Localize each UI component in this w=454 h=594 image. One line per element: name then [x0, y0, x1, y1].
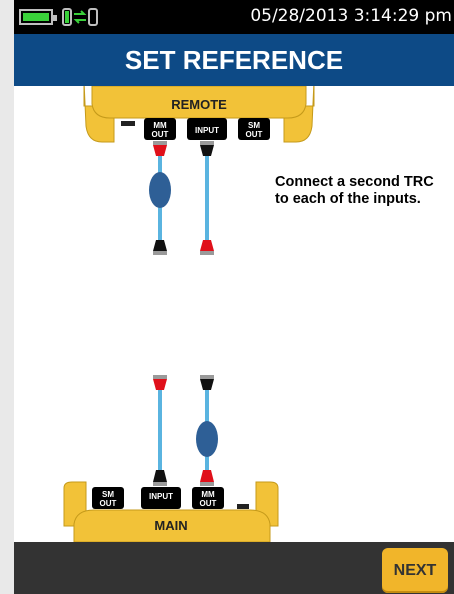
main-unit: MAIN SM OUT INPUT MM OUT: [63, 481, 279, 542]
main-port-mm-out-label-2: OUT: [200, 499, 217, 508]
remote-port-mm-out-label-2: OUT: [152, 130, 169, 139]
instruction-text: Connect a second TRC to each of the inpu…: [275, 174, 434, 207]
bottom-bar: NEXT: [14, 542, 454, 594]
device-screen: 05/28/2013 3:14:29 pm SET REFERENCE REMO…: [14, 0, 454, 594]
status-datetime: 05/28/2013 3:14:29 pm: [250, 6, 452, 26]
remote-cable-input: [200, 141, 214, 255]
remote-port-sm-out-label-1: SM: [248, 121, 260, 130]
remote-port-sm-out-label-2: OUT: [246, 130, 263, 139]
page-title: SET REFERENCE: [14, 34, 454, 86]
main-port-sm-out-label-1: SM: [102, 490, 114, 499]
remote-unit: REMOTE MM OUT INPUT SM OUT: [83, 86, 315, 143]
remote-port-mm-out-label-1: MM: [153, 121, 167, 130]
remote-port-input-label: INPUT: [195, 126, 219, 135]
status-bar: 05/28/2013 3:14:29 pm: [14, 0, 454, 34]
main-port-input-label: INPUT: [149, 492, 173, 501]
content-area: REMOTE MM OUT INPUT SM OUT MAIN SM OUT I…: [14, 86, 454, 542]
main-cable-mm: [196, 375, 218, 486]
next-button[interactable]: NEXT: [382, 548, 448, 593]
connection-diagram: REMOTE MM OUT INPUT SM OUT MAIN SM OUT I…: [63, 86, 315, 542]
main-unit-label: MAIN: [154, 518, 187, 533]
battery-full-icon: [19, 9, 57, 25]
main-cable-input: [153, 375, 167, 486]
remote-unit-label: REMOTE: [171, 97, 227, 112]
remote-cable-mm: [149, 141, 171, 255]
main-port-sm-out-label-2: OUT: [100, 499, 117, 508]
connection-status-icon: [62, 8, 98, 26]
main-port-mm-out-label-1: MM: [201, 490, 215, 499]
